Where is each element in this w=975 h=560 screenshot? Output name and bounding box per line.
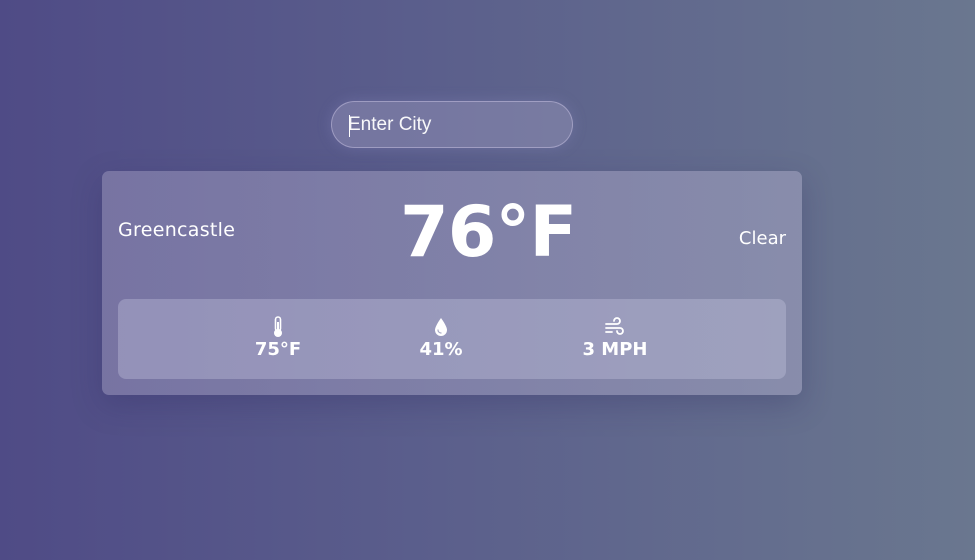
- weather-card: Greencastle 76°F Clear 75°F 41% 3 MPH: [102, 171, 802, 395]
- droplet-icon: [435, 318, 447, 336]
- feels-like-stat: 75°F: [243, 316, 313, 360]
- feels-like-value: 75°F: [254, 339, 302, 360]
- text-caret: [349, 115, 350, 137]
- humidity-stat: 41%: [408, 316, 474, 360]
- clear-button[interactable]: Clear: [739, 228, 786, 249]
- city-search-box[interactable]: [331, 101, 573, 148]
- weather-details-panel: 75°F 41% 3 MPH: [118, 299, 786, 379]
- current-temperature: 76°F: [400, 191, 577, 273]
- wind-value: 3 MPH: [582, 339, 648, 360]
- thermometer-icon: [274, 316, 282, 337]
- wind-stat: 3 MPH: [570, 316, 660, 360]
- city-name: Greencastle: [118, 219, 236, 241]
- wind-icon: [605, 317, 624, 335]
- city-search-input[interactable]: [348, 102, 558, 147]
- humidity-value: 41%: [419, 339, 463, 360]
